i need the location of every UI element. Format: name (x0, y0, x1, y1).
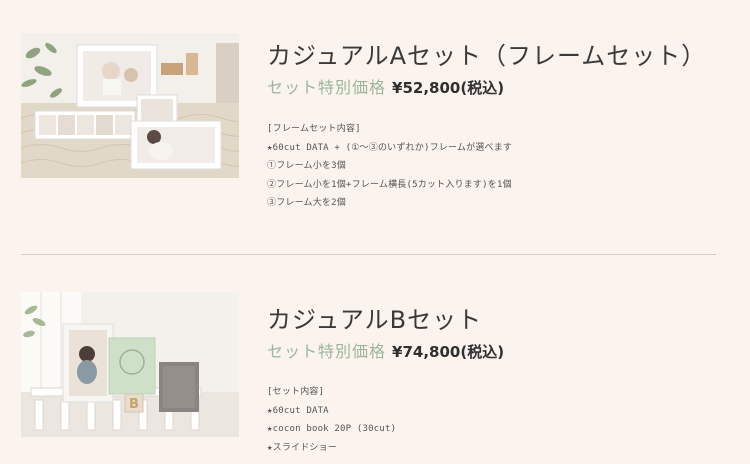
price-value: ¥74,800(税込) (392, 343, 505, 361)
detail-line: ★60cut DATA (267, 405, 329, 416)
section-divider (21, 254, 716, 255)
price-value: ¥52,800(税込) (392, 79, 505, 97)
price-row: セット特別価格 ¥74,800(税込) (267, 340, 504, 364)
detail-line: ★60cut DATA + (①〜③のいずれか)フレームが選べます (267, 142, 513, 153)
price-row: セット特別価格 ¥52,800(税込) (267, 76, 706, 100)
plan-b-info: カジュアルBセット セット特別価格 ¥74,800(税込) [セット内容] ★60… (267, 304, 504, 457)
plan-title: カジュアルBセット (267, 306, 483, 334)
detail-line: ★スライドショー (267, 442, 338, 453)
page: カジュアルAセット（フレームセット） セット特別価格 ¥52,800(税込) [フ… (0, 0, 750, 464)
plan-title: カジュアルAセット（フレームセット） (267, 42, 707, 70)
frame-set-photo (21, 33, 239, 178)
detail-line: ★cocon book 20P (30cut) (267, 424, 397, 434)
plan-details: [フレームセット内容] ★60cut DATA + (①〜③のいずれか)フレーム… (267, 120, 706, 213)
price-label: セット特別価格 (267, 342, 387, 361)
detail-heading: [セット内容] (267, 387, 325, 397)
detail-line: ②フレーム小を1個+フレーム横長(5カット入ります)を1個 (267, 179, 512, 190)
plan-a-photo (21, 33, 239, 178)
plan-details: [セット内容] ★60cut DATA ★cocon book 20P (30c… (267, 383, 504, 457)
detail-line: ③フレーム大を2個 (267, 198, 346, 208)
plan-a-info: カジュアルAセット（フレームセット） セット特別価格 ¥52,800(税込) [フ… (267, 40, 706, 213)
svg-text:B: B (129, 397, 139, 412)
book-set-photo: B (21, 292, 239, 437)
price-label: セット特別価格 (267, 78, 387, 97)
plan-b-photo: B (21, 292, 239, 437)
detail-heading: [フレームセット内容] (267, 124, 361, 134)
detail-line: ①フレーム小を3個 (267, 161, 346, 171)
